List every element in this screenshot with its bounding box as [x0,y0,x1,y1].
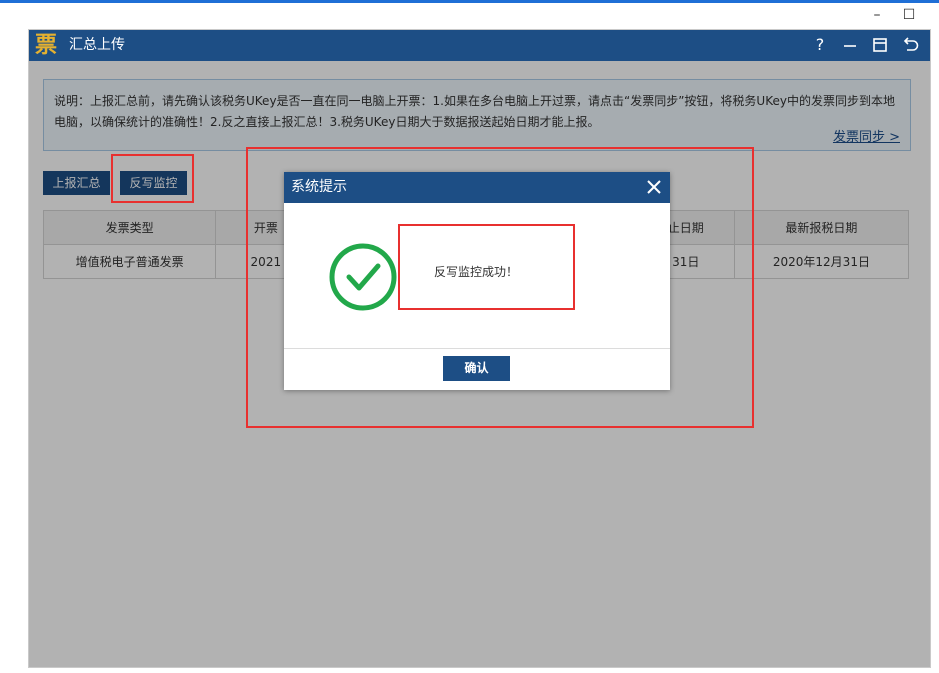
minimize-icon[interactable] [838,33,862,57]
back-icon[interactable] [898,33,922,57]
confirm-button[interactable]: 确认 [443,356,510,381]
window-title: 汇总上传 [69,37,125,53]
close-icon[interactable] [644,177,664,197]
top-accent-bar [0,0,939,3]
dialog-divider [284,348,670,349]
dialog-title: 系统提示 [291,179,347,195]
title-bar: 票 汇总上传 ? [29,30,930,61]
help-button[interactable]: ? [808,33,832,57]
os-minimize-button[interactable]: – [866,6,888,24]
app-logo: 票 [34,33,57,58]
success-check-icon [328,242,398,312]
annotation-box-monitor-button [111,154,194,203]
dialog-header: 系统提示 [284,172,670,203]
annotation-box-message [398,224,575,310]
restore-icon[interactable] [868,33,892,57]
os-maximize-button[interactable]: ☐ [898,6,920,24]
